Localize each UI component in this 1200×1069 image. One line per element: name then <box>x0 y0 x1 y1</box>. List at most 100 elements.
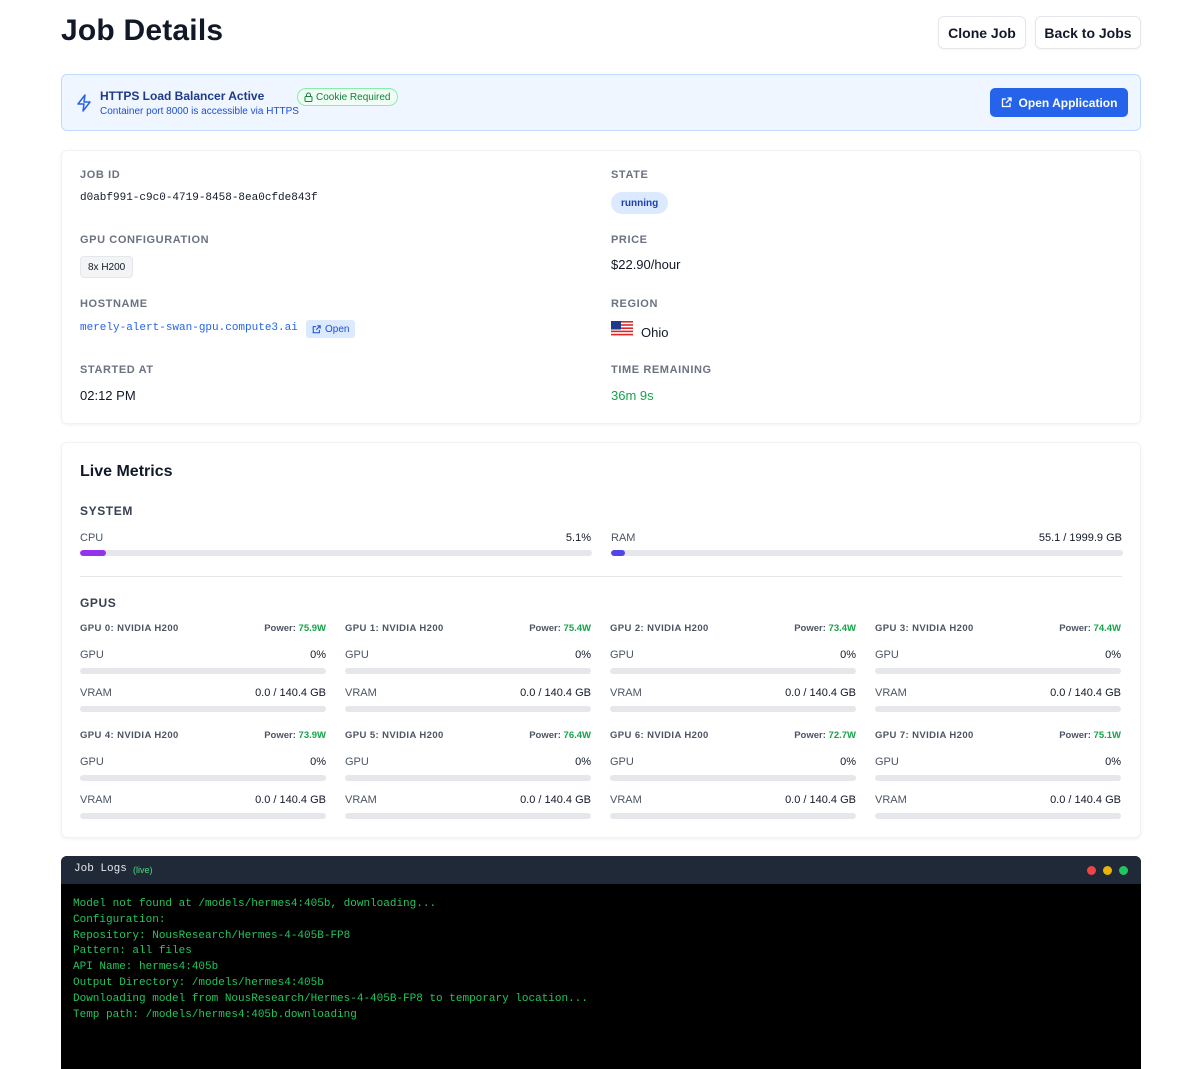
gpu-util-label: GPU <box>875 649 899 661</box>
gpu-name: GPU 5: NVIDIA H200 <box>345 730 444 741</box>
hostname-open-button[interactable]: Open <box>306 320 356 338</box>
log-line: Downloading model from NousResearch/Herm… <box>73 992 588 1005</box>
vram-value: 0.0 / 140.4 GB <box>255 794 326 806</box>
gpu-power: Power: 74.4W <box>1059 623 1121 634</box>
gpu-card: GPU 0: NVIDIA H200 Power: 75.9W GPU 0% VRAM 0… <box>80 623 326 723</box>
gpu-card: GPU 3: NVIDIA H200 Power: 74.4W GPU 0% VRAM 0… <box>875 623 1121 723</box>
vram-value: 0.0 / 140.4 GB <box>520 687 591 699</box>
window-dot-green <box>1119 866 1128 875</box>
metrics-divider <box>80 576 1122 577</box>
gpu-name: GPU 7: NVIDIA H200 <box>875 730 974 741</box>
time-remaining-value: 36m 9s <box>611 388 654 403</box>
vram-bar <box>80 813 326 819</box>
vram-value: 0.0 / 140.4 GB <box>255 687 326 699</box>
gpu-name: GPU 1: NVIDIA H200 <box>345 623 444 634</box>
gpu-power-label: Power: <box>794 623 826 634</box>
vram-label: VRAM <box>610 794 642 806</box>
load-balancer-banner: HTTPS Load Balancer Active Cookie Requir… <box>61 74 1141 131</box>
gpu-util-label: GPU <box>345 756 369 768</box>
status-badge: running <box>611 192 669 214</box>
back-to-jobs-button[interactable]: Back to Jobs <box>1035 16 1141 49</box>
ram-bar-fill <box>611 550 626 556</box>
started-label: STARTED AT <box>80 364 154 376</box>
gpu-util-bar <box>345 775 591 781</box>
external-link-icon <box>1001 97 1012 108</box>
vram-bar <box>80 706 326 712</box>
gpu-power-label: Power: <box>264 623 296 634</box>
gpu-util-value: 0% <box>1105 756 1121 768</box>
gpu-util-label: GPU <box>345 649 369 661</box>
gpu-util-label: GPU <box>80 756 104 768</box>
hostname-link[interactable]: merely-alert-swan-gpu.compute3.ai <box>80 322 298 334</box>
gpu-card: GPU 6: NVIDIA H200 Power: 72.7W GPU 0% VRAM 0… <box>610 730 856 830</box>
page-header: Job Details Clone Job Back to Jobs <box>61 14 1141 54</box>
gpu-power-label: Power: <box>529 623 561 634</box>
vram-label: VRAM <box>80 687 112 699</box>
gpu-power: Power: 76.4W <box>529 730 591 741</box>
gpu-util-bar <box>875 668 1121 674</box>
vram-value: 0.0 / 140.4 GB <box>1050 687 1121 699</box>
gpu-util-bar <box>610 668 856 674</box>
gpu-util-label: GPU <box>80 649 104 661</box>
log-line: Temp path: /models/hermes4:405b.download… <box>73 1008 357 1021</box>
gpu-util-label: GPU <box>875 756 899 768</box>
gpu-util-bar <box>80 668 326 674</box>
gpu-name: GPU 4: NVIDIA H200 <box>80 730 179 741</box>
log-line: Repository: NousResearch/Hermes-4-405B-F… <box>73 929 351 942</box>
logs-live-indicator: (live) <box>133 865 153 875</box>
gpu-power: Power: 75.9W <box>264 623 326 634</box>
vram-bar <box>345 706 591 712</box>
gpu-util-bar <box>80 775 326 781</box>
gpu-util-value: 0% <box>575 756 591 768</box>
gpu-power-value: 75.9W <box>298 623 326 634</box>
open-label: Open <box>325 323 350 335</box>
gpu-name: GPU 6: NVIDIA H200 <box>610 730 709 741</box>
gpu-power-label: Power: <box>264 730 296 741</box>
vram-bar <box>610 706 856 712</box>
vram-value: 0.0 / 140.4 GB <box>1050 794 1121 806</box>
hostname-label: HOSTNAME <box>80 298 148 310</box>
cookie-label: Cookie Required <box>316 91 391 103</box>
gpus-heading: GPUS <box>80 596 117 610</box>
log-line: Output Directory: /models/hermes4:405b <box>73 976 324 989</box>
gpu-power-value: 73.9W <box>298 730 326 741</box>
started-value: 02:12 PM <box>80 388 136 403</box>
gpu-power-value: 76.4W <box>563 730 591 741</box>
us-flag-icon <box>611 321 633 337</box>
gpu-power-value: 74.4W <box>1093 623 1121 634</box>
gpu-util-value: 0% <box>310 649 326 661</box>
gpu-card: GPU 4: NVIDIA H200 Power: 73.9W GPU 0% VRAM 0… <box>80 730 326 830</box>
page-title: Job Details <box>61 14 224 47</box>
cpu-value: 5.1% <box>565 532 591 544</box>
live-metrics-title: Live Metrics <box>80 463 173 480</box>
vram-label: VRAM <box>345 687 377 699</box>
job-logs-panel: Job Logs (live) Model not found at /mode… <box>61 856 1141 1069</box>
cookie-required-badge: Cookie Required <box>297 88 398 106</box>
gpu-util-value: 0% <box>310 756 326 768</box>
vram-label: VRAM <box>875 794 907 806</box>
window-dot-yellow <box>1103 866 1112 875</box>
lock-icon <box>304 92 313 102</box>
gpu-util-label: GPU <box>610 756 634 768</box>
job-details-card: JOB ID d0abf991-c9c0-4719-8458-8ea0cfde8… <box>61 150 1141 424</box>
ram-value: 55.1 / 1999.9 GB <box>1038 532 1122 544</box>
clone-job-button[interactable]: Clone Job <box>938 16 1026 49</box>
gpu-power-value: 75.1W <box>1093 730 1121 741</box>
vram-value: 0.0 / 140.4 GB <box>785 794 856 806</box>
open-application-button[interactable]: Open Application <box>990 88 1128 117</box>
time-remaining-label: TIME REMAINING <box>611 364 712 376</box>
banner-subtitle: Container port 8000 is accessible via HT… <box>100 106 299 117</box>
gpu-power: Power: 75.1W <box>1059 730 1121 741</box>
gpu-power-label: Power: <box>529 730 561 741</box>
gpu-util-bar <box>610 775 856 781</box>
gpu-card: GPU 7: NVIDIA H200 Power: 75.1W GPU 0% VRAM 0… <box>875 730 1121 830</box>
gpu-power-label: Power: <box>1059 730 1091 741</box>
vram-bar <box>610 813 856 819</box>
gpu-util-bar <box>345 668 591 674</box>
vram-value: 0.0 / 140.4 GB <box>785 687 856 699</box>
gpu-util-value: 0% <box>1105 649 1121 661</box>
gpu-card: GPU 2: NVIDIA H200 Power: 73.4W GPU 0% VRAM 0… <box>610 623 856 723</box>
gpu-util-value: 0% <box>840 649 856 661</box>
window-dot-red <box>1087 866 1096 875</box>
vram-bar <box>345 813 591 819</box>
